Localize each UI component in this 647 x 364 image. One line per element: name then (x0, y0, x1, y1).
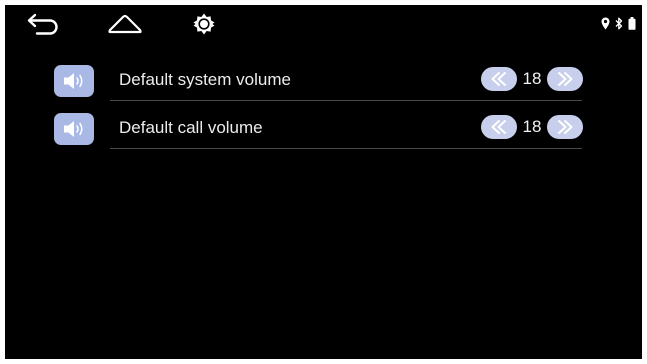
location-pin-icon (601, 17, 610, 29)
system-volume-increase-button[interactable] (547, 67, 583, 91)
brightness-button[interactable] (189, 10, 219, 38)
speaker-icon (54, 65, 94, 97)
screen: Default system volume 18 Default call vo… (5, 5, 642, 359)
divider (110, 100, 582, 101)
double-chevron-right-icon (558, 72, 573, 86)
setting-row-system-volume: Default system volume 18 (5, 55, 642, 103)
call-volume-increase-button[interactable] (547, 115, 583, 139)
speaker-icon (54, 113, 94, 145)
setting-label: Default call volume (119, 118, 263, 137)
status-bar (5, 5, 642, 41)
call-volume-stepper: 18 (481, 115, 585, 139)
system-volume-decrease-button[interactable] (481, 67, 517, 91)
system-volume-stepper: 18 (481, 67, 585, 91)
double-chevron-left-icon (491, 120, 506, 134)
bluetooth-icon (615, 17, 623, 29)
divider (110, 148, 582, 149)
setting-row-call-volume: Default call volume 18 (5, 103, 642, 151)
call-volume-value: 18 (522, 117, 542, 136)
back-button[interactable] (23, 10, 67, 38)
brightness-icon (193, 13, 215, 35)
setting-label: Default system volume (119, 70, 291, 89)
status-icons (601, 15, 636, 31)
system-volume-value: 18 (522, 69, 542, 88)
back-arrow-icon (27, 13, 58, 35)
settings-list: Default system volume 18 Default call vo… (5, 55, 642, 151)
home-icon (108, 14, 142, 34)
call-volume-decrease-button[interactable] (481, 115, 517, 139)
double-chevron-left-icon (491, 72, 506, 86)
home-button[interactable] (103, 10, 147, 38)
battery-icon (628, 16, 636, 30)
double-chevron-right-icon (558, 120, 573, 134)
